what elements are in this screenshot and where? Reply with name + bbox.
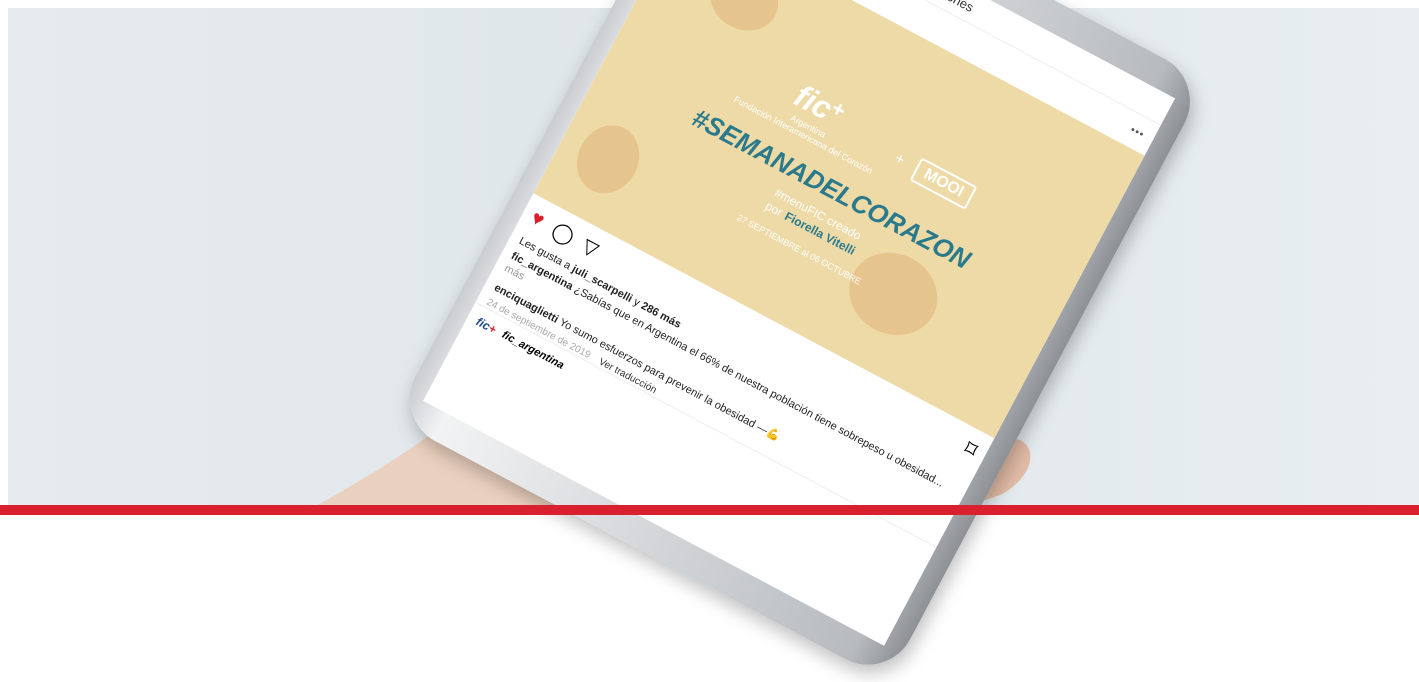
bookmark-icon[interactable]: ⌑	[960, 435, 982, 463]
bottom-red-bar	[0, 505, 1419, 515]
share-icon[interactable]: ▽	[578, 233, 603, 262]
more-options-icon[interactable]: •••	[1128, 124, 1146, 141]
collab-plus: +	[891, 149, 908, 169]
frame-left	[0, 0, 8, 515]
comment-icon[interactable]: ◯	[548, 217, 580, 250]
next-account-logo[interactable]: fic+	[474, 314, 499, 336]
mooi-logo: MOOI	[909, 156, 978, 210]
like-icon[interactable]: ♥	[527, 206, 548, 232]
